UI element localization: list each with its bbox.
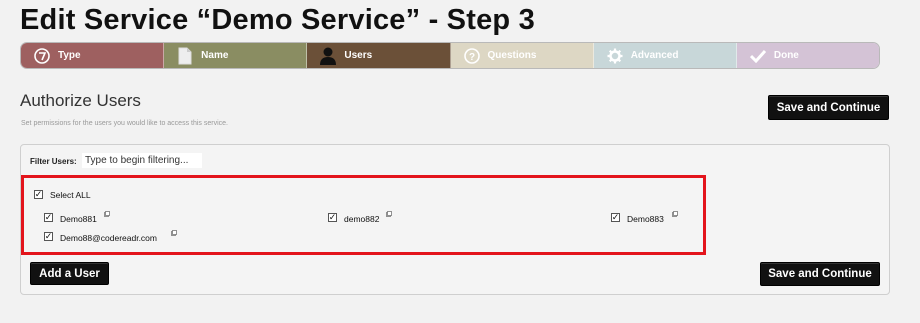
user-checkbox-demo881[interactable]: ✓ [44,213,53,222]
user-icon [319,47,337,65]
external-link-icon[interactable] [171,230,177,236]
wizard-steps: Type Name Users ? Questions Advanced Don… [20,42,880,69]
step-label: Name [201,50,229,61]
svg-text:?: ? [468,52,474,63]
user-label-demo882: demo882 [344,214,380,224]
page-title: Edit Service “Demo Service” - Step 3 [20,4,535,36]
step-label: Questions [487,50,537,61]
section-title: Authorize Users [20,91,141,110]
user-checkbox-demo88-codereadr[interactable]: ✓ [44,232,53,241]
save-continue-button-bottom[interactable]: Save and Continue [760,262,880,286]
add-user-button[interactable]: Add a User [30,262,109,285]
user-label-demo881: Demo881 [60,214,97,224]
filter-users-input[interactable] [82,153,202,168]
step-name[interactable]: Name [164,43,308,68]
select-all-label: Select ALL [50,190,91,200]
check-icon [749,47,767,65]
step-advanced[interactable]: Advanced [593,43,737,68]
step-label: Type [58,50,81,61]
step-label: Users [344,50,373,61]
save-continue-button-top[interactable]: Save and Continue [768,95,889,120]
document-icon [176,47,194,65]
step-done[interactable]: Done [736,43,879,68]
step-type[interactable]: Type [21,43,165,68]
user-label-demo88-codereadr: Demo88@codereadr.com [60,233,157,243]
step-users[interactable]: Users [307,43,451,68]
step-label: Advanced [630,50,679,61]
user-label-demo883: Demo883 [627,214,664,224]
section-description: Set permissions for the users you would … [21,120,228,127]
gear-icon [606,47,624,65]
step-label: Done [773,50,799,61]
question-icon: ? [463,47,481,65]
type-icon [33,47,51,65]
select-all-checkbox[interactable]: ✓ [34,190,43,199]
filter-users-label: Filter Users: [30,157,77,166]
external-link-icon[interactable] [672,211,678,217]
external-link-icon[interactable] [386,211,392,217]
step-questions[interactable]: ? Questions [450,43,594,68]
user-checkbox-demo883[interactable]: ✓ [611,213,620,222]
external-link-icon[interactable] [104,211,110,217]
user-checkbox-demo882[interactable]: ✓ [328,213,337,222]
